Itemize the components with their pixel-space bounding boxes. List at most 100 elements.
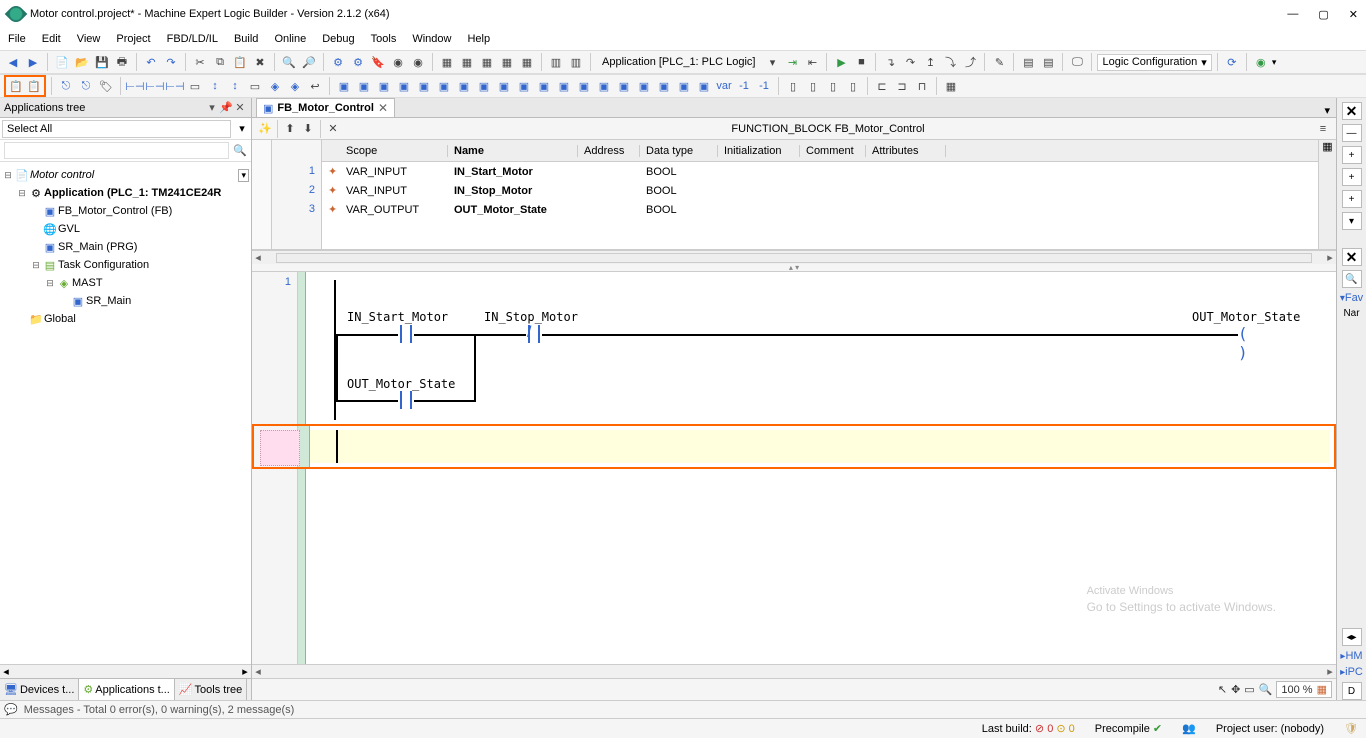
new-icon[interactable]: 📄 [53,53,71,71]
ld-pou-icon[interactable]: 📋📋 [4,75,46,97]
right-close-icon[interactable]: ✕ [1342,102,1362,120]
menu-tools[interactable]: Tools [371,33,397,45]
bp2-icon[interactable]: ◉ [409,53,427,71]
search-icon[interactable]: 🔍 [233,144,247,157]
copy-icon[interactable]: ⧉ [211,53,229,71]
align3-icon[interactable]: ⊓ [913,77,931,95]
stop-icon[interactable]: ■ [852,53,870,71]
undo-icon[interactable]: ↶ [142,53,160,71]
menu-help[interactable]: Help [467,33,490,45]
find-icon[interactable]: 🔍 [280,53,298,71]
col-name[interactable]: Name [448,145,578,157]
ld-contact-icon[interactable]: ⊢⊣ [126,77,144,95]
logout-icon[interactable]: ⇤ [803,53,821,71]
messages-bar[interactable]: 💬 Messages - Total 0 error(s), 0 warning… [0,700,1366,718]
minimize-button[interactable]: — [1287,8,1298,21]
right-search-icon[interactable]: 🔍 [1342,270,1362,288]
sim-icon[interactable]: ▤ [1019,53,1037,71]
panel-pin-icon[interactable]: 📌 [219,101,233,114]
fb-icon[interactable]: ▣ [455,77,473,95]
delete-icon[interactable]: ✖ [251,53,269,71]
tree-root[interactable]: Motor control [30,169,94,181]
paste-icon[interactable]: 📋 [231,53,249,71]
col-comment[interactable]: Comment [800,145,866,157]
fb-icon[interactable]: ▣ [675,77,693,95]
menu-online[interactable]: Online [274,33,306,45]
cut-icon[interactable]: ✂ [191,53,209,71]
ladder-editor[interactable]: 1 IN_Start_Motor IN_Stop_Motor / OUT_Mot… [252,272,1336,664]
fav-label[interactable]: ▾Fav [1340,292,1363,304]
dt-del-icon[interactable]: ✕ [324,120,342,138]
tree-search-input[interactable] [4,142,229,159]
coil[interactable]: ( ) [1238,324,1260,342]
tb-c-icon[interactable]: ▦ [478,53,496,71]
right-plus-icon[interactable]: + [1342,146,1362,164]
filter-dd-icon[interactable]: ▾ [233,122,251,135]
tb-a-icon[interactable]: ▦ [438,53,456,71]
right-plus-icon[interactable]: + [1342,168,1362,186]
right-dd-icon[interactable]: ▾ [1342,212,1362,230]
tab-devices[interactable]: 🖥Devices t... [0,679,79,700]
del3-icon[interactable]: ▯ [824,77,842,95]
hm-label[interactable]: ▸HM [1340,650,1362,662]
login-icon[interactable]: ⇥ [783,53,801,71]
tree-root-menu-icon[interactable]: ▾ [238,169,249,182]
variable-declaration-grid[interactable]: 1 2 3 Scope Name Address Data type Initi… [252,140,1336,250]
find-next-icon[interactable]: 🔎 [300,53,318,71]
menu-view[interactable]: View [77,33,101,45]
panel-close-icon[interactable]: ✕ [233,101,247,114]
right-close2-icon[interactable]: ✕ [1342,248,1362,266]
close-button[interactable]: ✕ [1349,8,1358,21]
align2-icon[interactable]: ⊐ [893,77,911,95]
context-dd-icon[interactable]: ▾ [763,53,781,71]
step-over-icon[interactable]: ↷ [901,53,919,71]
status-icon[interactable]: ◉ [1252,53,1270,71]
pane-splitter[interactable]: ▴ ▾ [252,264,1336,272]
ld-var-icon[interactable]: ▭ [186,77,204,95]
menu-build[interactable]: Build [234,33,258,45]
tabs-menu-icon[interactable]: ▾ [1318,104,1336,117]
col-scope[interactable]: Scope [340,145,448,157]
tree-global[interactable]: Global [44,313,76,325]
tb-f-icon[interactable]: ▥ [547,53,565,71]
right-min-icon[interactable]: — [1342,124,1362,142]
applications-tree[interactable]: ⊟📄Motor control▾ ⊟⚙Application (PLC_1: T… [0,162,251,664]
bp-icon[interactable]: ◉ [389,53,407,71]
tb-d-icon[interactable]: ▦ [498,53,516,71]
zoom-level[interactable]: 100 %▦ [1276,681,1332,698]
ld-a-icon[interactable]: ⎋ [57,77,75,95]
bookmark-icon[interactable]: 🔖 [369,53,387,71]
fb-icon[interactable]: ▣ [395,77,413,95]
step5-icon[interactable]: ⤴ [961,53,979,71]
fb-icon[interactable]: ▣ [655,77,673,95]
view-toggle-icon[interactable]: ▦ [1318,140,1336,249]
app-context[interactable]: Application [PLC_1: PLC Logic] [596,56,761,68]
menu-window[interactable]: Window [412,33,451,45]
save-icon[interactable]: 💾 [93,53,111,71]
pan-icon[interactable]: ✥ [1231,683,1240,696]
connection-icon[interactable]: 👥 [1182,722,1196,735]
right-nav-icon[interactable]: ◂▸ [1342,628,1362,646]
var3-icon[interactable]: -1 [755,77,773,95]
ld-contact2-icon[interactable]: ⊢⊣ [146,77,164,95]
tb-b-icon[interactable]: ▦ [458,53,476,71]
fb-icon[interactable]: ▣ [695,77,713,95]
rect-icon[interactable]: ▭ [1244,683,1254,696]
ld-ret-icon[interactable]: ↩ [306,77,324,95]
dt-view-icon[interactable]: ≡ [1314,120,1332,138]
dt-dn-icon[interactable]: ⬇ [299,120,317,138]
menu-project[interactable]: Project [116,33,150,45]
logic-config-dropdown[interactable]: Logic Configuration▾ [1097,54,1211,71]
build2-icon[interactable]: ⚙ [349,53,367,71]
nc-contact[interactable]: / [526,325,542,343]
run-icon[interactable]: ▶ [832,53,850,71]
fb-icon[interactable]: ▣ [375,77,393,95]
del4-icon[interactable]: ▯ [844,77,862,95]
dt-up-icon[interactable]: ⬆ [281,120,299,138]
nar-label[interactable]: Nar [1343,308,1359,319]
zoom-icon[interactable]: 🔍 [1259,683,1273,696]
align-icon[interactable]: ⊏ [873,77,891,95]
tree-taskcfg[interactable]: Task Configuration [58,259,149,271]
fb-icon[interactable]: ▣ [575,77,593,95]
ld-d-icon[interactable]: ↕ [206,77,224,95]
